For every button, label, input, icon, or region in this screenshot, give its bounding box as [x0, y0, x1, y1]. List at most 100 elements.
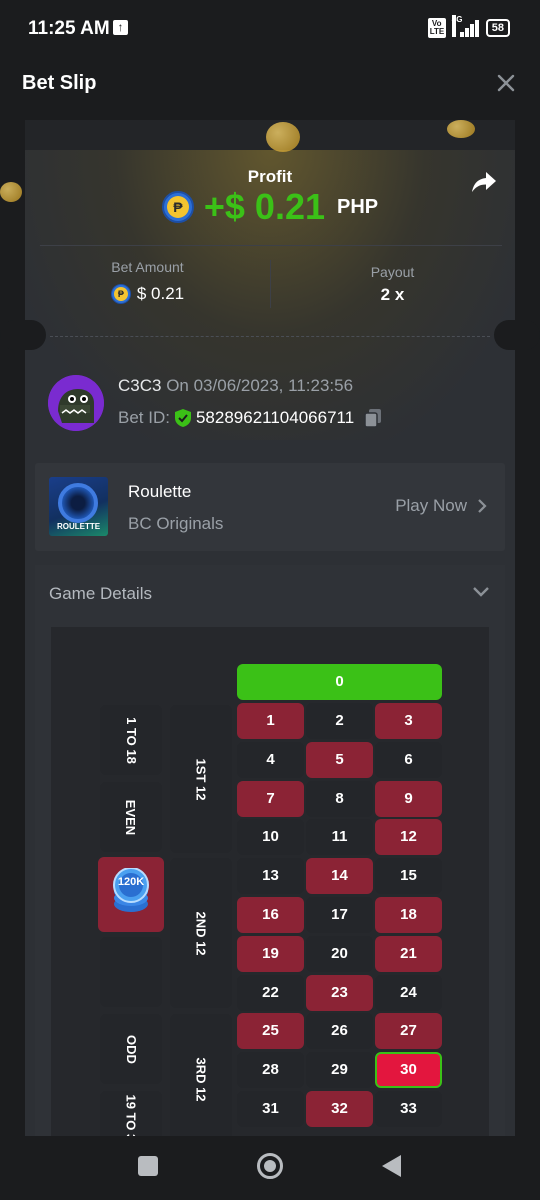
game-provider: BC Originals [128, 514, 224, 533]
signal-icon: 4G [451, 15, 480, 37]
battery-icon: 58 [485, 19, 510, 37]
chip-icon [113, 868, 149, 912]
bet-slip-content[interactable]: Profit ₱ +$ 0.21 PHP Bet Amount ₱ $ 0.21… [0, 120, 540, 1136]
number-cell-3[interactable]: 3 [375, 703, 442, 739]
coin-decoration [447, 120, 475, 138]
number-cell-29[interactable]: 29 [306, 1052, 373, 1089]
outside-bet-1[interactable]: 1 TO 18 [100, 705, 162, 775]
number-cell-8[interactable]: 8 [306, 780, 373, 817]
number-cell-15[interactable]: 15 [375, 858, 442, 895]
number-cell-1[interactable]: 1 [237, 703, 304, 739]
roulette-thumbnail: ROULETTE [49, 477, 108, 536]
network-type: 4G [451, 15, 462, 37]
dashed-divider [50, 336, 490, 337]
number-cell-13[interactable]: 13 [237, 858, 304, 895]
number-cell-20[interactable]: 20 [306, 935, 373, 972]
number-cell-11[interactable]: 11 [306, 819, 373, 856]
coin-decoration [266, 122, 300, 152]
number-cell-31[interactable]: 31 [237, 1091, 304, 1127]
outside-bet-3[interactable]: ODD [100, 1014, 162, 1084]
number-cell-12[interactable]: 12 [375, 819, 442, 856]
number-cell-24[interactable]: 24 [375, 974, 442, 1011]
bet-id-label: Bet ID: [118, 408, 170, 427]
user-name[interactable]: C3C3 [118, 376, 161, 395]
bet-amount-row: ₱ $ 0.21 [25, 284, 270, 304]
dozen-label: 3RD 12 [193, 1056, 209, 1102]
chevron-right-icon [478, 499, 487, 513]
outside-bet-4[interactable]: 19 TO 36 [100, 1091, 162, 1136]
number-cell-4[interactable]: 4 [237, 741, 304, 778]
game-card[interactable]: ROULETTE Roulette BC Originals Play Now [35, 463, 505, 551]
profit-currency: PHP [337, 195, 379, 218]
number-cell-5[interactable]: 5 [306, 741, 373, 778]
home-button[interactable] [257, 1153, 283, 1179]
status-time: 11:25 AM [28, 18, 110, 39]
number-cell-2[interactable]: 2 [306, 703, 373, 739]
payout-value: 2 x [380, 285, 405, 304]
upload-icon: ↑ [113, 20, 128, 35]
play-now-label: Play Now [395, 496, 467, 515]
number-cell-6[interactable]: 6 [375, 741, 442, 778]
chip-label: 120K [117, 876, 145, 888]
status-bar: 11:25 AM ↑ Vo LTE 4G 58 [0, 0, 540, 58]
dozen-label: 2ND 12 [193, 910, 209, 956]
system-nav-bar [0, 1136, 540, 1200]
number-cell-16[interactable]: 16 [237, 897, 304, 933]
number-cell-14[interactable]: 14 [306, 858, 373, 895]
number-cell-21[interactable]: 21 [375, 935, 442, 972]
ticket-notch [494, 320, 540, 350]
copy-icon[interactable] [364, 408, 382, 428]
number-cell-19[interactable]: 19 [237, 935, 304, 972]
number-cell-9[interactable]: 9 [375, 780, 442, 817]
bet-slip-header: Bet Slip [0, 58, 540, 120]
bet-date: On 03/06/2023, 11:23:56 [166, 376, 354, 395]
close-icon [497, 74, 515, 92]
number-cell-25[interactable]: 25 [237, 1013, 304, 1050]
dozen-bet-2[interactable]: 2ND 12 [170, 858, 232, 1008]
roulette-wheel-icon [58, 483, 98, 523]
dozen-bet-1[interactable]: 1ST 12 [170, 705, 232, 853]
payout-label: Payout [370, 264, 415, 280]
number-cell-27[interactable]: 27 [375, 1013, 442, 1050]
number-cell-17[interactable]: 17 [306, 897, 373, 933]
number-cell-26[interactable]: 26 [306, 1013, 373, 1050]
recent-apps-button[interactable] [138, 1156, 158, 1176]
number-cell-22[interactable]: 22 [237, 974, 304, 1011]
game-details-title[interactable]: Game Details [49, 584, 152, 604]
user-info: C3C3 On 03/06/2023, 11:23:56 [118, 376, 353, 396]
number-cell-23[interactable]: 23 [306, 974, 373, 1011]
outside-bet-2[interactable]: EVEN [100, 782, 162, 852]
ticket-notch [0, 320, 46, 350]
game-name: Roulette [128, 482, 192, 501]
number-cell-30[interactable]: 30 [375, 1052, 442, 1089]
number-cell-10[interactable]: 10 [237, 819, 304, 856]
profit-value: +$ 0.21 [203, 186, 325, 227]
dozen-label: 1ST 12 [193, 758, 209, 800]
bet-id-row: Bet ID: 58289621104066711 [118, 408, 382, 428]
number-cell-33[interactable]: 33 [375, 1091, 442, 1127]
thumbnail-label: ROULETTE [56, 522, 101, 531]
shield-check-icon [174, 409, 191, 427]
outside-bet-label: 19 TO 36 [123, 1094, 139, 1136]
close-button[interactable] [494, 71, 518, 95]
number-cell-28[interactable]: 28 [237, 1052, 304, 1089]
chevron-down-icon[interactable] [471, 581, 491, 601]
outside-bet-label: EVEN [123, 799, 139, 835]
share-icon[interactable] [470, 168, 498, 196]
black-bet[interactable] [100, 937, 162, 1007]
bet-amount-value: $ 0.21 [136, 284, 185, 303]
profit-label: Profit [247, 167, 293, 186]
php-coin-icon: ₱ [110, 284, 131, 304]
php-coin-icon: ₱ [161, 191, 194, 223]
number-cell-7[interactable]: 7 [237, 780, 304, 817]
profit-row: ₱ +$ 0.21 PHP [0, 186, 540, 228]
number-cell-0[interactable]: 0 [237, 664, 442, 700]
play-now-button[interactable]: Play Now [395, 496, 487, 516]
dozen-bet-3[interactable]: 3RD 12 [170, 1014, 232, 1136]
avatar[interactable] [48, 375, 104, 431]
number-cell-32[interactable]: 32 [306, 1091, 373, 1127]
volte-icon: Vo LTE [427, 18, 446, 38]
back-button[interactable] [382, 1155, 401, 1177]
divider [40, 245, 502, 246]
number-cell-18[interactable]: 18 [375, 897, 442, 933]
